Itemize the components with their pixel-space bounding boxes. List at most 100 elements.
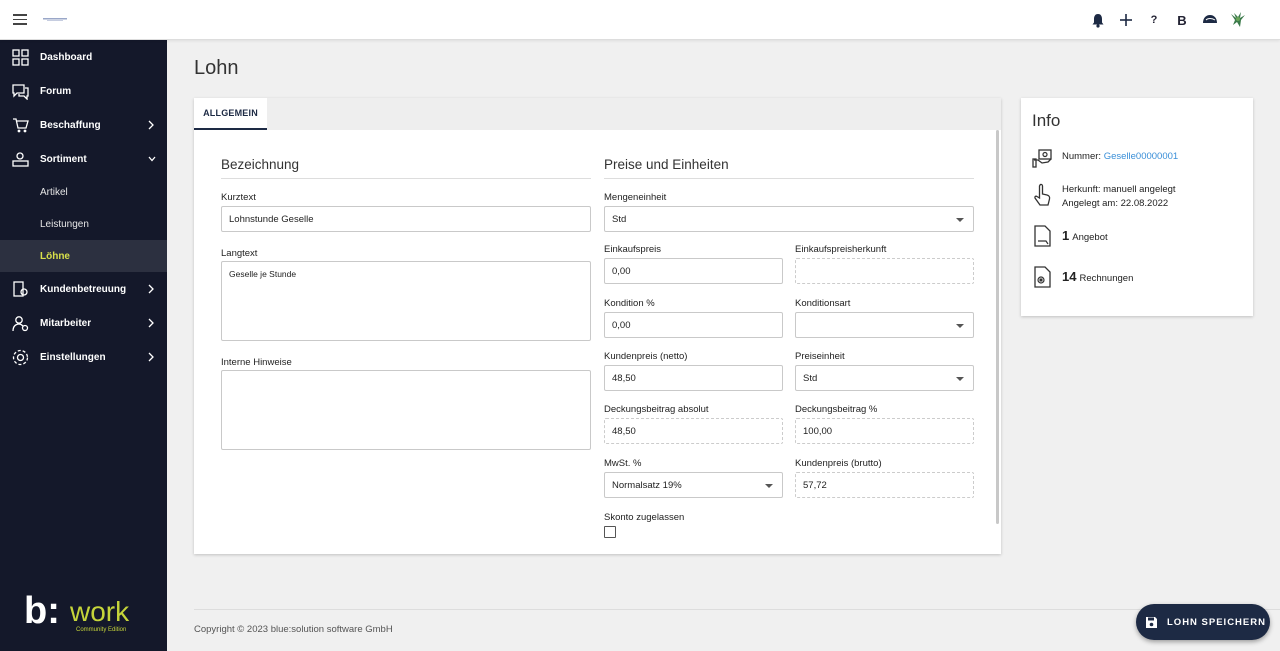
einkaufspreisherkunft-label: Einkaufspreisherkunft (795, 244, 887, 255)
mwst-select[interactable]: Normalsatz 19% (604, 472, 783, 498)
user-avatar-icon[interactable] (1226, 9, 1250, 31)
sidebar-item-label: Mitarbeiter (40, 317, 92, 329)
dropdown-caret-icon (956, 218, 964, 222)
customer-icon (13, 281, 28, 297)
langtext-textarea[interactable]: Geselle je Stunde (221, 261, 591, 341)
deckungsbeitrag-absolut-label: Deckungsbeitrag absolut (604, 404, 709, 415)
mengeneinheit-value: Std (612, 213, 627, 225)
assortment-icon (12, 152, 29, 167)
interne-hinweise-label: Interne Hinweise (221, 357, 292, 368)
einkaufspreis-label: Einkaufspreis (604, 244, 662, 255)
sidebar-subitem-leistungen[interactable]: Leistungen (0, 208, 167, 240)
tab-allgemein[interactable]: ALLGEMEIN (194, 98, 267, 130)
deckungsbeitrag-absolut-input: 48,50 (604, 418, 783, 444)
section-title-preise: Preise und Einheiten (604, 157, 729, 172)
sidebar-item-mitarbeiter[interactable]: Mitarbeiter (0, 306, 167, 340)
chevron-right-icon (148, 352, 154, 362)
kondition-label: Kondition % (604, 298, 655, 309)
preiseinheit-select[interactable]: Std (795, 365, 974, 391)
herkunft-text: Herkunft: manuell angelegt (1062, 184, 1176, 195)
sidebar-item-label: Kundenbetreuung (40, 283, 127, 295)
rechnungen-label[interactable]: Rechnungen (1079, 273, 1133, 284)
sidebar-item-label: Sortiment (40, 153, 87, 165)
employee-icon (12, 316, 29, 332)
kondition-input[interactable]: 0,00 (604, 312, 783, 338)
hat-icon[interactable] (1198, 9, 1222, 31)
konditionsart-label: Konditionsart (795, 298, 851, 309)
sidebar-item-label: Forum (40, 85, 72, 97)
save-lohn-button[interactable]: LOHN SPEICHERN (1136, 604, 1270, 640)
sidebar-item-label: Dashboard (40, 51, 93, 63)
preiseinheit-label: Preiseinheit (795, 351, 845, 362)
angelegt-text: Angelegt am: 22.08.2022 (1062, 198, 1169, 209)
floppy-disk-icon (1146, 616, 1157, 628)
sidebar: Dashboard Forum Beschaffung Sortiment Ar… (0, 40, 167, 651)
interne-hinweise-textarea[interactable] (221, 370, 591, 450)
info-title: Info (1032, 111, 1061, 130)
plus-icon[interactable] (1114, 9, 1138, 31)
sidebar-item-label: Beschaffung (40, 119, 101, 131)
offer-document-icon (1034, 225, 1051, 247)
brand-tagline: Community Edition (76, 627, 126, 633)
skonto-checkbox[interactable] (604, 526, 616, 538)
langtext-label: Langtext (221, 248, 258, 259)
chevron-down-icon (148, 156, 156, 162)
section-title-bezeichnung: Bezeichnung (221, 157, 300, 172)
konditionsart-select[interactable] (795, 312, 974, 338)
nummer-label: Nummer: (1062, 151, 1102, 162)
settings-icon (12, 349, 29, 366)
sidebar-item-dashboard[interactable]: Dashboard (0, 40, 167, 74)
sidebar-item-beschaffung[interactable]: Beschaffung (0, 108, 167, 142)
cart-icon (13, 118, 29, 133)
money-stack-icon (1032, 149, 1052, 168)
kundenpreis-netto-input[interactable]: 48,50 (604, 365, 783, 391)
chevron-right-icon (148, 318, 154, 328)
kundenpreis-netto-label: Kundenpreis (netto) (604, 351, 688, 362)
mengeneinheit-select[interactable]: Std (604, 206, 974, 232)
angebot-label[interactable]: Angebot (1072, 232, 1107, 243)
brand-primary: b: (24, 593, 60, 632)
footer-copyright: Copyright © 2023 blue:solution software … (194, 624, 393, 635)
sidebar-item-sortiment[interactable]: Sortiment (0, 142, 167, 176)
bwork-brand-logo: b: work Community Edition (24, 593, 130, 633)
rechnungen-count: 14 (1062, 269, 1077, 284)
menu-icon[interactable] (13, 14, 27, 25)
save-button-label: LOHN SPEICHERN (1167, 616, 1266, 628)
einkaufspreisherkunft-input (795, 258, 974, 284)
sidebar-item-kundenbetreuung[interactable]: Kundenbetreuung (0, 272, 167, 306)
einkaufspreis-input[interactable]: 0,00 (604, 258, 783, 284)
help-icon[interactable]: ? (1142, 9, 1166, 31)
deckungsbeitrag-prozent-label: Deckungsbeitrag % (795, 404, 878, 415)
scrollbar[interactable] (996, 130, 999, 524)
dropdown-caret-icon (765, 484, 773, 488)
brand-secondary: work (69, 596, 130, 627)
kundenpreis-brutto-label: Kundenpreis (brutto) (795, 458, 882, 469)
forum-icon (12, 84, 29, 100)
preiseinheit-value: Std (803, 372, 818, 384)
chevron-right-icon (148, 120, 154, 130)
kurztext-label: Kurztext (221, 192, 256, 203)
app-logo-small[interactable] (43, 17, 67, 22)
top-bar: ? B (0, 0, 1280, 40)
section-divider (221, 178, 591, 179)
nummer-link[interactable]: Geselle00000001 (1104, 151, 1178, 162)
page-title: Lohn (194, 57, 239, 79)
chevron-right-icon (148, 284, 154, 294)
deckungsbeitrag-prozent-input: 100,00 (795, 418, 974, 444)
mengeneinheit-label: Mengeneinheit (604, 192, 667, 203)
info-card: Info Nummer: Geselle00000001 Herkunft: m… (1021, 98, 1253, 316)
dropdown-caret-icon (956, 377, 964, 381)
sidebar-item-label: Einstellungen (40, 351, 106, 363)
skonto-label: Skonto zugelassen (604, 512, 685, 523)
sidebar-item-einstellungen[interactable]: Einstellungen (0, 340, 167, 374)
tab-bar: ALLGEMEIN (194, 98, 1001, 130)
kurztext-input[interactable]: Lohnstunde Geselle (221, 206, 591, 232)
b-icon[interactable]: B (1170, 9, 1194, 31)
invoice-document-icon (1034, 266, 1051, 288)
sidebar-subitem-loehne[interactable]: Löhne (0, 240, 167, 272)
main-form-card: ALLGEMEIN Bezeichnung Kurztext Lohnstund… (194, 98, 1001, 554)
bell-icon[interactable] (1086, 9, 1110, 31)
sidebar-item-forum[interactable]: Forum (0, 74, 167, 108)
footer-divider (194, 609, 1280, 610)
sidebar-subitem-artikel[interactable]: Artikel (0, 176, 167, 208)
